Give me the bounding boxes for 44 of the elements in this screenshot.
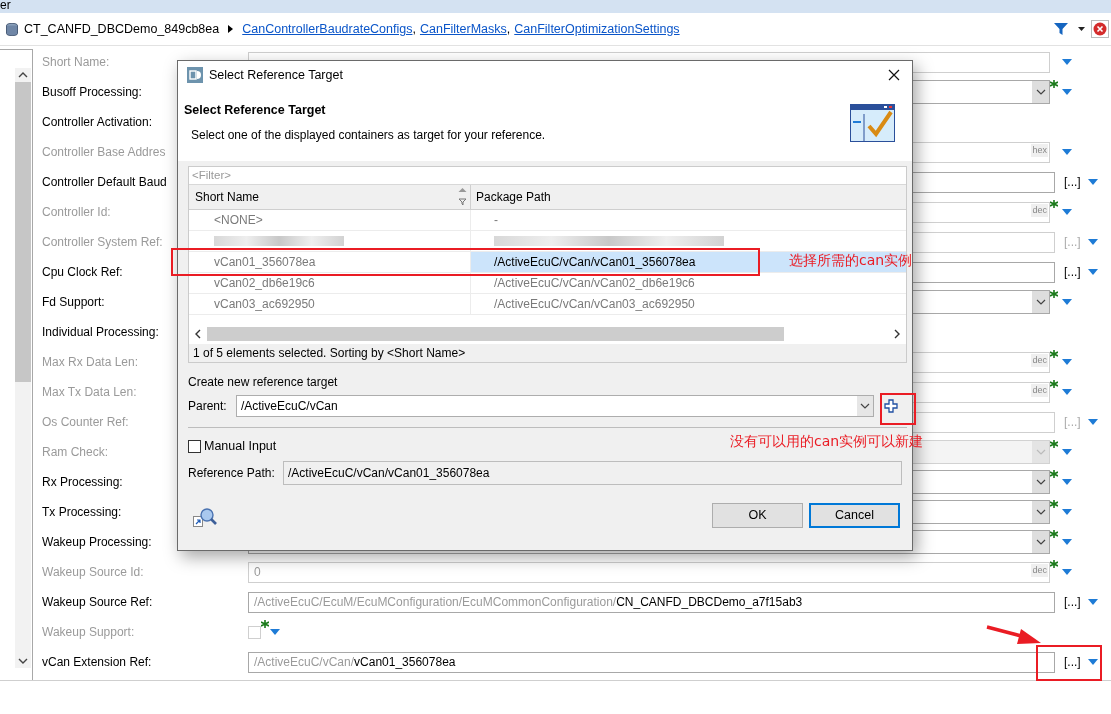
- field-label: Os Counter Ref:: [42, 414, 129, 431]
- field-label: Wakeup Support:: [42, 624, 135, 641]
- field-label: Wakeup Source Ref:: [42, 594, 153, 611]
- field-label: Individual Processing:: [42, 324, 159, 341]
- field-label: Controller Id:: [42, 204, 111, 221]
- field-value: /ActiveEcuC/EcuM/EcuMConfiguration/EcuMCommonConfiguration/CN_CANFD_DBCDemo_a7f15ab3: [253, 594, 803, 611]
- reference-path-field: /ActiveEcuC/vCan/vCan01_356078ea: [283, 461, 902, 485]
- field-label: Fd Support:: [42, 294, 105, 311]
- unit-badge: dec: [1031, 563, 1048, 577]
- reference-path-label: Reference Path:: [188, 465, 276, 482]
- field-value: 0: [253, 564, 261, 581]
- field-label: Controller System Ref:: [42, 234, 163, 251]
- field-label: Controller Base Addres: [42, 144, 166, 161]
- link-separator: ,: [412, 20, 416, 38]
- unit-badge: hex: [1031, 143, 1048, 157]
- field-label: Max Tx Data Len:: [42, 384, 137, 401]
- field-label: Max Rx Data Len:: [42, 354, 139, 371]
- parent-label: Parent:: [188, 397, 228, 415]
- checkbox-label: Manual Input: [204, 438, 277, 456]
- field-label: Wakeup Processing:: [42, 534, 152, 551]
- field-label: vCan Extension Ref:: [42, 654, 152, 671]
- dialog-description: Select one of the displayed containers as target for your reference.: [191, 127, 546, 144]
- field-label: Rx Processing:: [42, 474, 123, 491]
- dialog-title: Select Reference Target: [209, 66, 343, 84]
- section-label: Create new reference target: [188, 375, 339, 389]
- unit-badge: dec: [1031, 383, 1048, 397]
- field-label: Busoff Processing:: [42, 84, 142, 101]
- unit-badge: dec: [1031, 353, 1048, 367]
- field-label: Controller Default Baud: [42, 174, 167, 191]
- field-label: Ram Check:: [42, 444, 109, 461]
- field-label: Cpu Clock Ref:: [42, 264, 123, 281]
- dialog-heading: Select Reference Target: [184, 102, 326, 119]
- breadcrumb-root: CT_CANFD_DBCDemo_849cb8ea: [24, 20, 220, 38]
- field-label: Tx Processing:: [42, 504, 122, 521]
- annotation-note: 没有可以用的can实例可以新建: [730, 432, 924, 451]
- field-value: /ActiveEcuC/vCan/vCan01_356078ea: [253, 654, 456, 671]
- link-separator: ,: [506, 20, 511, 38]
- annotation-note: 选择所需的can实例: [789, 251, 913, 270]
- unit-badge: dec: [1031, 203, 1048, 217]
- selection-status: 1 of 5 elements selected. Sorting by <Short Name>: [192, 345, 467, 362]
- field-label: Controller Activation:: [42, 114, 153, 131]
- view-title: er: [0, 0, 11, 11]
- field-label: Short Name:: [42, 54, 110, 71]
- field-label: Wakeup Source Id:: [42, 564, 144, 581]
